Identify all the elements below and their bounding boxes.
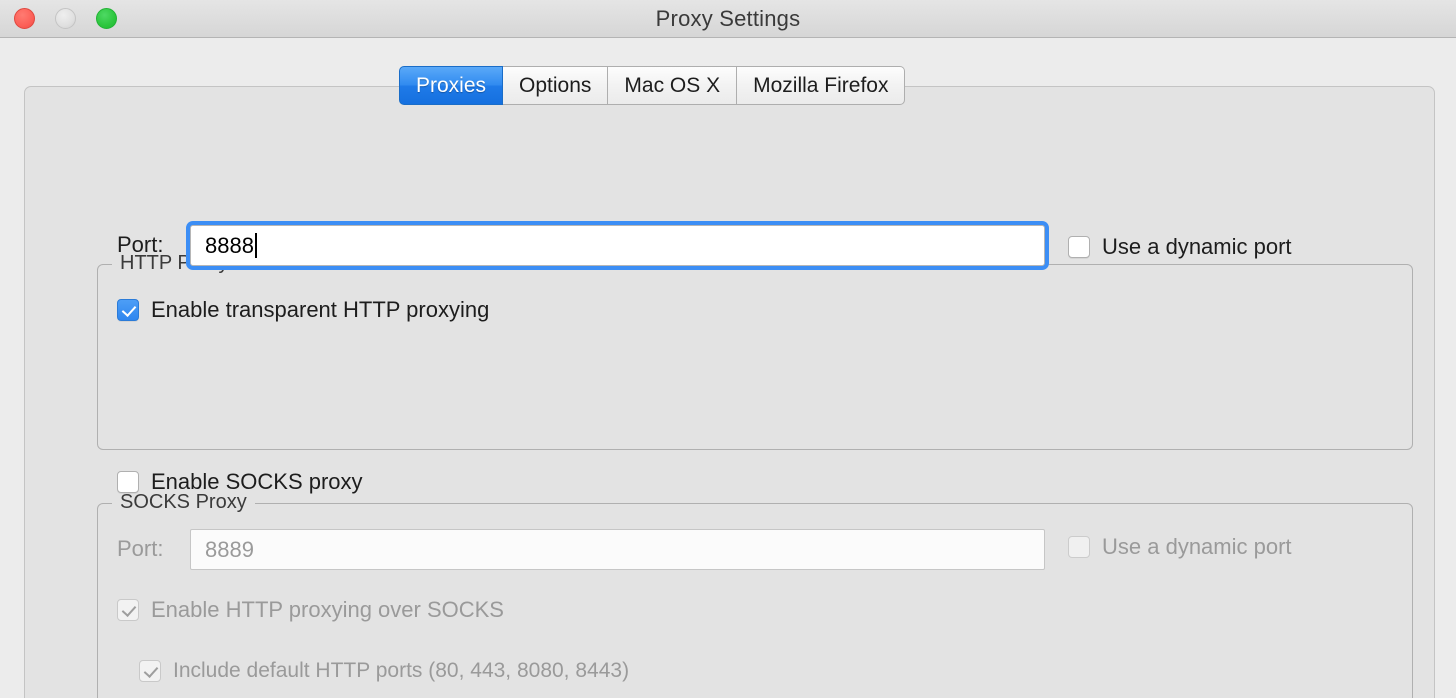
window-title: Proxy Settings — [0, 0, 1456, 38]
checkbox-unchecked-icon — [117, 471, 139, 493]
tab-mozilla-firefox[interactable]: Mozilla Firefox — [737, 66, 905, 105]
http-dynamic-port-checkbox[interactable]: Use a dynamic port — [1068, 234, 1292, 260]
checkbox-checked-disabled-icon — [139, 660, 161, 682]
socks-dynamic-port-label: Use a dynamic port — [1102, 534, 1292, 560]
http-dynamic-port-label: Use a dynamic port — [1102, 234, 1292, 260]
enable-http-proxying-over-socks-label: Enable HTTP proxying over SOCKS — [151, 597, 504, 623]
http-port-value: 8888 — [205, 233, 254, 258]
tab-bar: Proxies Options Mac OS X Mozilla Firefox — [399, 66, 905, 105]
socks-dynamic-port-checkbox[interactable]: Use a dynamic port — [1068, 534, 1292, 560]
http-proxy-group: HTTP Proxy — [97, 264, 1413, 450]
enable-transparent-http-proxying-checkbox[interactable]: Enable transparent HTTP proxying — [117, 297, 489, 323]
socks-port-value: 8889 — [205, 537, 254, 563]
enable-socks-proxy-label: Enable SOCKS proxy — [151, 469, 363, 495]
window-titlebar: Proxy Settings — [0, 0, 1456, 38]
checkbox-unchecked-disabled-icon — [1068, 536, 1090, 558]
proxy-settings-window: Proxy Settings Proxies Options Mac OS X … — [0, 0, 1456, 698]
tab-mac-os-x[interactable]: Mac OS X — [608, 66, 737, 105]
enable-socks-proxy-checkbox[interactable]: Enable SOCKS proxy — [117, 469, 363, 495]
tab-options[interactable]: Options — [503, 66, 608, 105]
include-default-http-ports-label: Include default HTTP ports (80, 443, 808… — [173, 659, 629, 683]
socks-port-input[interactable]: 8889 — [190, 529, 1045, 570]
enable-http-proxying-over-socks-checkbox[interactable]: Enable HTTP proxying over SOCKS — [117, 597, 504, 623]
http-port-label: Port: — [117, 232, 163, 258]
tab-proxies[interactable]: Proxies — [399, 66, 503, 105]
checkbox-checked-disabled-icon — [117, 599, 139, 621]
enable-transparent-http-proxying-label: Enable transparent HTTP proxying — [151, 297, 489, 323]
text-caret — [255, 233, 257, 258]
include-default-http-ports-checkbox[interactable]: Include default HTTP ports (80, 443, 808… — [139, 659, 629, 683]
socks-port-label: Port: — [117, 536, 163, 562]
checkbox-checked-icon — [117, 299, 139, 321]
checkbox-unchecked-icon — [1068, 236, 1090, 258]
http-port-input[interactable]: 8888 — [190, 225, 1045, 266]
